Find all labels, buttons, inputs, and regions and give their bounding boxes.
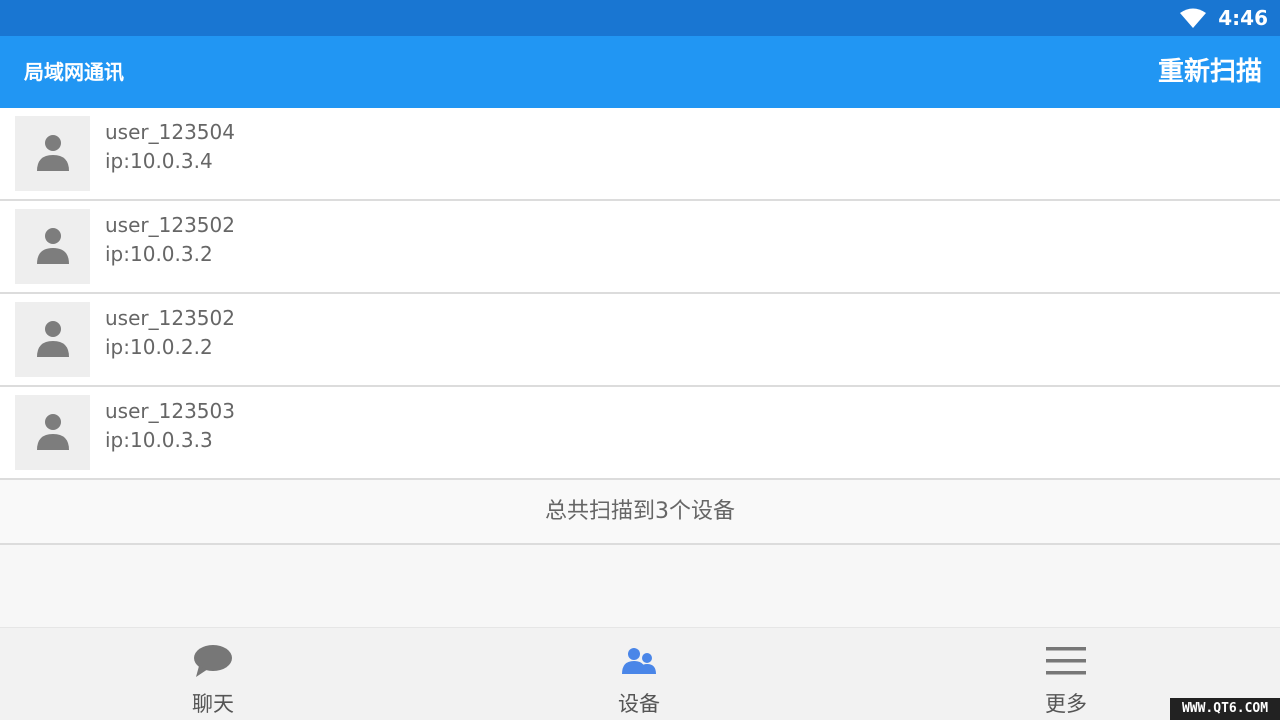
avatar [15,209,90,284]
device-name: user_123502 [105,306,235,330]
device-list-item[interactable]: user_123503 ip:10.0.3.3 [0,387,1280,480]
device-ip: ip:10.0.3.4 [105,149,213,173]
person-icon [36,226,70,268]
person-icon [36,412,70,454]
chat-bubble-icon [183,642,243,680]
status-indicators: 4:46 [1180,0,1268,36]
device-list-item[interactable]: user_123502 ip:10.0.3.2 [0,201,1280,294]
wifi-icon [1180,8,1207,28]
person-icon [36,133,70,175]
people-icon [609,642,669,680]
tab-more[interactable]: 更多 [966,628,1166,720]
scan-summary: 总共扫描到3个设备 [0,480,1280,545]
device-list-item[interactable]: user_123502 ip:10.0.2.2 [0,294,1280,387]
device-list: user_123504 ip:10.0.3.4 user_123502 ip:1… [0,108,1280,480]
device-list-item[interactable]: user_123504 ip:10.0.3.4 [0,108,1280,201]
rescan-button[interactable]: 重新扫描 [1158,36,1262,108]
avatar [15,116,90,191]
device-ip: ip:10.0.3.2 [105,242,213,266]
tab-devices[interactable]: 设备 [539,628,739,720]
status-time: 4:46 [1218,6,1268,30]
tab-label: 聊天 [192,692,234,716]
device-name: user_123502 [105,213,235,237]
device-ip: ip:10.0.2.2 [105,335,213,359]
menu-icon [1036,642,1096,680]
app-bar: 局域网通讯 重新扫描 [0,36,1280,108]
avatar [15,395,90,470]
person-icon [36,319,70,361]
device-name: user_123503 [105,399,235,423]
tab-label: 更多 [1045,692,1087,716]
watermark: WWW.QT6.COM [1170,698,1280,720]
device-name: user_123504 [105,120,235,144]
device-ip: ip:10.0.3.3 [105,428,213,452]
bottom-nav: 聊天 设备 更多 [0,627,1280,720]
status-bar: 4:46 [0,0,1280,36]
tab-chat[interactable]: 聊天 [113,628,313,720]
tab-label: 设备 [618,692,660,716]
avatar [15,302,90,377]
app-title: 局域网通讯 [24,60,124,84]
